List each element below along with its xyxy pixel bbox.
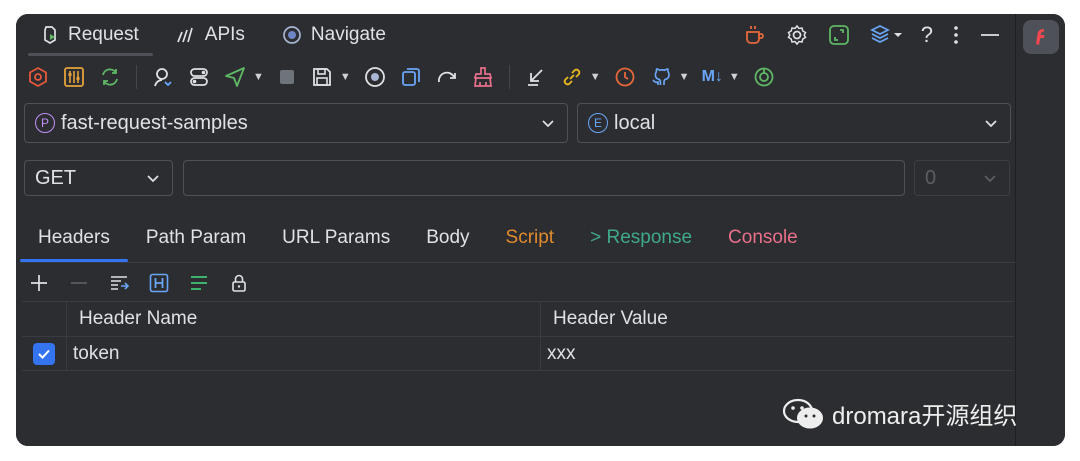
history-icon[interactable] (613, 65, 637, 89)
expand-icon[interactable] (827, 23, 851, 47)
project-select[interactable]: P fast-request-samples (24, 103, 568, 143)
tab-url-params-label: URL Params (282, 227, 391, 248)
project-name: fast-request-samples (61, 111, 248, 134)
sync-icon[interactable] (98, 65, 122, 89)
row-checkbox-cell (22, 337, 66, 370)
watermark: dromara开源组织 (782, 396, 1017, 431)
toolbar-separator (508, 65, 510, 89)
environment-name: local (614, 111, 656, 134)
save-icon[interactable] (310, 65, 334, 89)
tab-url-params[interactable]: URL Params (264, 214, 408, 262)
save-dropdown-icon[interactable]: ▼ (340, 71, 351, 83)
tab-path-param[interactable]: Path Param (128, 214, 264, 262)
minimize-icon[interactable] (979, 23, 1001, 47)
tab-response[interactable]: > Response (572, 214, 710, 262)
power-icon[interactable] (752, 65, 776, 89)
method-select[interactable]: GET (24, 160, 173, 196)
header-icon[interactable] (148, 272, 170, 294)
method-value: GET (35, 166, 77, 189)
top-right-actions: ? (743, 14, 1001, 56)
tab-apis[interactable]: APIs (153, 14, 259, 56)
header-name-cell[interactable]: token (66, 337, 540, 370)
navigate-icon (281, 24, 303, 46)
environment-select[interactable]: E local (577, 103, 1011, 143)
section-divider (20, 262, 1016, 263)
row-checkbox[interactable] (33, 342, 55, 365)
hexagon-icon[interactable] (26, 65, 50, 89)
app-window: Request APIs Navigate ? ▼ ▼ ▼ ▼ M↓ ▼ P f… (16, 14, 1065, 446)
chevron-down-icon[interactable] (539, 114, 557, 138)
chevron-down-icon[interactable] (981, 169, 999, 193)
tab-path-param-label: Path Param (145, 227, 247, 248)
tab-navigate-label: Navigate (310, 24, 386, 45)
tab-headers[interactable]: Headers (20, 214, 128, 262)
table-row[interactable]: token xxx (22, 337, 1014, 371)
link-dropdown-icon[interactable]: ▼ (590, 71, 601, 83)
tab-request[interactable]: Request (16, 14, 153, 56)
count-value: 0 (925, 166, 937, 189)
count-select[interactable]: 0 (914, 160, 1010, 196)
tab-script-label: Script (505, 227, 555, 248)
help-icon[interactable]: ? (921, 22, 933, 48)
checkbox-column-header (22, 302, 66, 336)
user-search-icon[interactable] (151, 65, 175, 89)
clean-icon[interactable] (471, 65, 495, 89)
section-tab-bar: Headers Path Param URL Params Body Scrip… (20, 214, 816, 262)
tab-response-label: > Response (590, 227, 693, 248)
apis-icon (175, 24, 197, 46)
layers-icon[interactable] (869, 23, 903, 47)
github-icon[interactable] (649, 65, 673, 89)
tab-headers-label: Headers (38, 227, 110, 248)
right-tool-strip (1017, 14, 1065, 446)
toggle-icon[interactable] (187, 65, 211, 89)
github-dropdown-icon[interactable]: ▼ (679, 71, 690, 83)
import-icon[interactable] (524, 65, 548, 89)
redo-icon[interactable] (435, 65, 459, 89)
fast-request-panel: Request APIs Navigate ? ▼ ▼ ▼ ▼ M↓ ▼ P f… (16, 14, 1016, 446)
tab-navigate[interactable]: Navigate (259, 14, 400, 56)
list-icon[interactable] (188, 272, 210, 294)
more-icon[interactable] (951, 23, 961, 47)
config-icon[interactable] (62, 65, 86, 89)
tab-body[interactable]: Body (408, 214, 487, 262)
markdown-dropdown-icon[interactable]: ▼ (729, 71, 740, 83)
tab-apis-label: APIs (204, 24, 245, 45)
headers-table-toolbar (28, 268, 250, 298)
tab-script[interactable]: Script (488, 214, 573, 262)
bulk-edit-icon[interactable] (108, 272, 130, 294)
stop-icon[interactable] (276, 66, 298, 88)
tab-console-label: Console (728, 227, 798, 248)
gear-icon[interactable] (785, 23, 809, 47)
url-input[interactable] (183, 160, 905, 196)
coffee-icon[interactable] (743, 23, 767, 47)
column-header-name[interactable]: Header Name (66, 302, 540, 336)
environment-badge-icon: E (588, 113, 608, 133)
main-toolbar: ▼ ▼ ▼ ▼ M↓ ▼ (26, 60, 776, 94)
send-dropdown-icon[interactable]: ▼ (253, 71, 264, 83)
target-icon[interactable] (363, 65, 387, 89)
chevron-down-icon[interactable] (144, 169, 162, 193)
markdown-icon[interactable]: M↓ (702, 68, 723, 86)
copy-icon[interactable] (399, 65, 423, 89)
remove-icon[interactable] (68, 272, 90, 294)
wechat-icon (782, 397, 826, 431)
header-value-cell[interactable]: xxx (540, 337, 1014, 370)
watermark-text: dromara开源组织 (832, 403, 1018, 430)
chevron-down-icon[interactable] (982, 114, 1000, 138)
headers-table: Header Name Header Value token xxx (22, 301, 1014, 371)
table-header-row: Header Name Header Value (22, 301, 1014, 337)
lock-icon[interactable] (228, 272, 250, 294)
add-icon[interactable] (28, 272, 50, 294)
column-header-value[interactable]: Header Value (540, 302, 1014, 336)
tab-request-label: Request (68, 24, 139, 45)
request-icon (38, 24, 60, 46)
link-icon[interactable] (560, 65, 584, 89)
fast-request-logo-icon[interactable] (1023, 20, 1059, 54)
toolbar-separator (136, 65, 137, 89)
tab-console[interactable]: Console (710, 214, 816, 262)
send-icon[interactable] (223, 65, 247, 89)
tab-body-label: Body (426, 227, 470, 248)
project-badge-icon: P (35, 113, 55, 133)
